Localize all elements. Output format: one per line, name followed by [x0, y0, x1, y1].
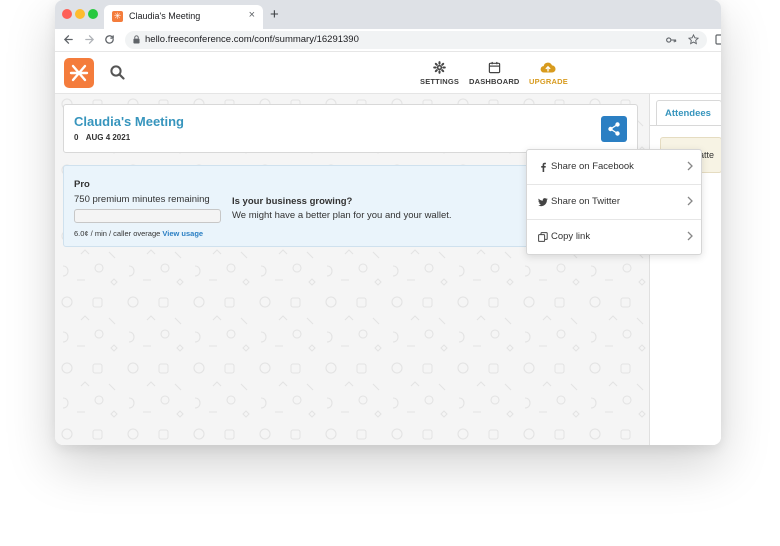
plan-rate: 6.0¢ / min / caller overage View usage [74, 229, 203, 238]
plan-name: Pro [74, 179, 90, 190]
nav-dashboard-label: DASHBOARD [469, 77, 520, 86]
facebook-icon [541, 162, 546, 172]
address-bar: hello.freeconference.com/conf/summary/16… [55, 29, 721, 52]
meeting-title: Claudia's Meeting [74, 114, 184, 129]
share-icon [608, 122, 620, 136]
tab-attendees-label: Attendees [665, 108, 711, 119]
url-text: hello.freeconference.com/conf/summary/16… [145, 34, 359, 45]
copy-link-item[interactable]: Copy link [527, 220, 701, 255]
favicon-icon: ✳ [112, 11, 123, 22]
promo-text: We might have a better plan for you and … [232, 210, 452, 221]
bookmark-star-icon[interactable] [688, 34, 699, 45]
gear-icon [433, 61, 446, 74]
browser-window: ✳ Claudia's Meeting × + hello.freeconfer… [55, 0, 721, 445]
copy-link-icon [538, 232, 548, 242]
share-menu: Share on Facebook Share on Twitter Copy … [526, 149, 702, 255]
nav-settings[interactable]: SETTINGS [420, 60, 459, 86]
share-facebook-label: Share on Facebook [551, 161, 634, 172]
new-tab-button[interactable]: + [270, 6, 279, 23]
meeting-date: AUG 4 2021 [85, 133, 131, 142]
plan-rate-text: 6.0¢ / min / caller overage [74, 229, 161, 238]
reload-icon[interactable] [104, 34, 115, 45]
copy-link-label: Copy link [551, 231, 591, 242]
nav-upgrade-label: UPGRADE [529, 77, 568, 86]
cloud-upload-icon [541, 62, 557, 73]
chevron-right-icon [687, 231, 693, 241]
maximize-window-button[interactable] [88, 9, 98, 19]
tab-attendees[interactable]: Attendees [656, 100, 721, 126]
calendar-icon [488, 61, 500, 74]
main-content: Claudia's Meeting 0 AUG 4 2021 Pro 750 p… [55, 94, 649, 445]
promo-title: Is your business growing? [232, 196, 353, 207]
browser-tab[interactable]: ✳ Claudia's Meeting × [104, 5, 263, 29]
chevron-right-icon [687, 196, 693, 206]
freeconference-logo[interactable] [64, 58, 94, 88]
url-field[interactable]: hello.freeconference.com/conf/summary/16… [125, 31, 707, 49]
search-icon[interactable] [110, 65, 125, 80]
meeting-meta: 0 AUG 4 2021 [74, 133, 130, 142]
minimize-window-button[interactable] [75, 9, 85, 19]
app-header: SETTINGS DASHBOARD UPGRADE [55, 52, 721, 94]
extensions-icon[interactable] [715, 34, 721, 45]
minutes-progress-bar [74, 209, 221, 223]
plan-minutes: 750 premium minutes remaining [74, 194, 210, 205]
lock-icon [133, 35, 140, 44]
tab-bar: ✳ Claudia's Meeting × + [55, 0, 721, 29]
tab-title: Claudia's Meeting [129, 11, 201, 21]
share-facebook-item[interactable]: Share on Facebook [527, 150, 701, 185]
nav-dashboard[interactable]: DASHBOARD [469, 60, 520, 86]
key-icon[interactable] [666, 35, 677, 45]
tab-close-button[interactable]: × [249, 9, 255, 21]
forward-icon[interactable] [84, 34, 95, 45]
tab-divider [650, 125, 721, 126]
nav-upgrade[interactable]: UPGRADE [529, 60, 568, 86]
meeting-card: Claudia's Meeting 0 AUG 4 2021 [63, 104, 638, 153]
back-icon[interactable] [63, 34, 74, 45]
meeting-count: 0 [74, 133, 79, 142]
share-button[interactable] [601, 116, 627, 142]
share-twitter-label: Share on Twitter [551, 196, 621, 207]
chevron-right-icon [687, 161, 693, 171]
view-usage-link[interactable]: View usage [162, 229, 203, 238]
twitter-icon [538, 198, 548, 207]
share-twitter-item[interactable]: Share on Twitter [527, 185, 701, 220]
close-window-button[interactable] [62, 9, 72, 19]
attendees-panel: Attendees atte [649, 94, 721, 445]
plan-panel: Pro 750 premium minutes remaining 6.0¢ /… [63, 165, 538, 247]
nav-settings-label: SETTINGS [420, 77, 460, 86]
logo-icon [69, 64, 89, 82]
